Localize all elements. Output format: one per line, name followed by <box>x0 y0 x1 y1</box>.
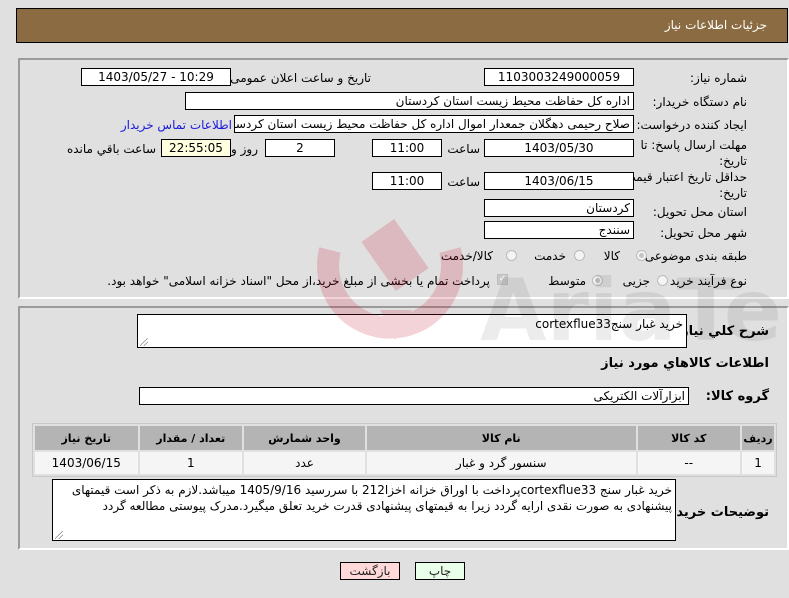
delivery-province-label: استان محل تحویل: <box>652 205 747 219</box>
purchase-type-radio-medium[interactable] <box>592 275 603 286</box>
print-button[interactable]: چاپ <box>415 562 465 580</box>
cell-code: -- <box>637 452 741 474</box>
buyer-notes-text: خرید غبار سنج cortexflue33پرداخت با اورا… <box>71 483 672 513</box>
table-row: 1 -- سنسور گرد و غبار عدد 1 1403/06/15 <box>35 452 774 474</box>
description-textarea[interactable]: خرید غبار سنجcortexflue33 <box>137 314 687 348</box>
reply-deadline-label-2: تاریخ: <box>719 154 747 168</box>
col-header-name: نام کالا <box>366 426 636 450</box>
buyer-org-label: نام دستگاه خریدار: <box>652 95 748 109</box>
need-number-field: 1103003249000059 <box>484 68 634 86</box>
category-option-goods: کالا <box>603 249 620 263</box>
price-validity-date-field: 1403/06/15 <box>484 172 634 190</box>
buyer-notes-textarea[interactable]: خرید غبار سنج cortexflue33پرداخت با اورا… <box>52 479 676 541</box>
category-option-goods-service: کالا/خدمت <box>440 249 493 263</box>
need-number-label: شماره نیاز: <box>690 71 747 85</box>
buyer-contact-link[interactable]: اطلاعات تماس خریدار <box>121 118 232 132</box>
reply-time-label: ساعت <box>447 142 480 156</box>
delivery-city-label: شهر محل تحویل: <box>660 226 747 240</box>
remaining-days-field: 2 <box>265 139 335 157</box>
delivery-city-field: سنندج <box>484 221 634 239</box>
goods-section-title: اطلاعات کالاهاي مورد نياز <box>601 356 769 371</box>
goods-table-wrapper: رديف کد کالا نام کالا واحد شمارش تعداد /… <box>32 423 777 477</box>
cell-unit: عدد <box>244 452 365 474</box>
cell-row-number: 1 <box>742 452 774 474</box>
col-header-quantity: تعداد / مقدار <box>139 426 243 450</box>
resize-handle-icon[interactable] <box>55 531 63 539</box>
remaining-time-label: ساعت باقي مانده <box>66 142 156 156</box>
col-header-code: کد کالا <box>637 426 741 450</box>
reply-deadline-date-field: 1403/05/30 <box>484 139 634 157</box>
category-radio-service[interactable] <box>574 250 585 261</box>
cell-name: سنسور گرد و غبار <box>366 452 636 474</box>
cell-quantity: 1 <box>139 452 243 474</box>
remaining-time-field: 22:55:05 <box>161 139 231 157</box>
announce-datetime-field: 1403/05/27 - 10:29 <box>81 68 231 86</box>
announce-datetime-label: تاریخ و ساعت اعلان عمومی: <box>226 71 371 85</box>
reply-deadline-label-1: مهلت ارسال پاسخ: تا <box>640 138 747 152</box>
goods-group-field: ابزارآلات الکتریکی <box>139 387 689 405</box>
back-button[interactable]: بازگشت <box>340 562 400 580</box>
purchase-type-label: نوع فرآیند خرید : <box>662 274 747 288</box>
description-text: خرید غبار سنجcortexflue33 <box>535 317 683 331</box>
category-option-service: خدمت <box>534 249 566 263</box>
purchase-type-option-medium: متوسط <box>548 274 586 288</box>
purchase-type-option-minor: جزیی <box>622 274 650 288</box>
category-label: طبقه بندی موضوعی: <box>640 249 747 263</box>
page-header: جزئیات اطلاعات نیاز <box>16 8 788 43</box>
col-header-need-date: تاریخ نیاز <box>35 426 138 450</box>
goods-table-header-row: رديف کد کالا نام کالا واحد شمارش تعداد /… <box>35 426 774 450</box>
delivery-province-field: کردستان <box>484 199 634 217</box>
price-validity-label-2: تاریخ: <box>719 186 747 200</box>
cell-need-date: 1403/06/15 <box>35 452 138 474</box>
purchase-type-radio-minor[interactable] <box>657 275 668 286</box>
price-validity-time-field: 11:00 <box>372 172 442 190</box>
col-header-unit: واحد شمارش <box>244 426 365 450</box>
reply-time-field: 11:00 <box>372 139 442 157</box>
price-validity-time-label: ساعت <box>447 175 480 189</box>
goods-table: رديف کد کالا نام کالا واحد شمارش تعداد /… <box>32 423 777 477</box>
page-title: جزئیات اطلاعات نیاز <box>664 18 767 32</box>
days-label: روز و <box>231 142 258 156</box>
treasury-checkbox[interactable]: ✓ <box>497 274 508 285</box>
col-header-row-number: رديف <box>742 426 774 450</box>
buyer-org-field: اداره کل حفاظت محیط زیست استان کردستان <box>185 92 634 110</box>
treasury-note: پرداخت تمام یا بخشی از مبلغ خرید،از محل … <box>107 274 490 288</box>
category-radio-goods[interactable] <box>636 250 647 261</box>
requester-label: ایجاد کننده درخواست: <box>636 118 747 132</box>
goods-group-label: گروه کالا: <box>705 389 769 404</box>
resize-handle-icon[interactable] <box>140 338 148 346</box>
category-radio-goods-service[interactable] <box>506 250 517 261</box>
requester-field: صلاح رحیمی دهگلان جمعدار اموال اداره کل … <box>234 115 634 133</box>
description-label: شرح کلي نياز: <box>675 324 769 339</box>
